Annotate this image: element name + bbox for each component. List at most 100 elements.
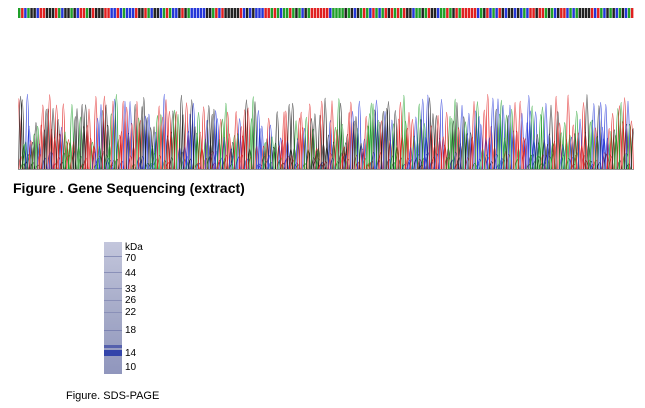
base-call-mark — [461, 8, 464, 18]
gel-marker-18: 18 — [125, 325, 137, 336]
gel-marker-band — [104, 288, 122, 289]
base-call-mark — [627, 8, 631, 18]
base-call-mark — [264, 8, 267, 18]
gel-marker-14: 14 — [125, 348, 137, 359]
base-call-mark — [581, 8, 585, 18]
base-call-mark — [110, 8, 113, 18]
base-call-mark — [353, 8, 357, 18]
base-call-mark — [523, 8, 526, 18]
base-call-mark — [54, 8, 58, 18]
base-call-mark — [125, 8, 129, 18]
base-call-mark — [630, 8, 634, 18]
base-call-mark — [473, 8, 477, 18]
base-call-mark — [326, 8, 329, 18]
base-call-mark — [550, 8, 554, 18]
base-call-mark — [319, 8, 323, 18]
base-call-mark — [208, 8, 212, 18]
base-call-mark — [356, 8, 360, 18]
base-call-mark — [58, 8, 61, 18]
base-call-mark — [480, 8, 483, 18]
base-call-mark — [301, 8, 304, 18]
base-call-mark — [295, 8, 298, 18]
gel-marker-26: 26 — [125, 295, 137, 306]
base-call-mark — [560, 8, 563, 18]
base-call-mark — [221, 8, 224, 18]
base-call-mark — [316, 8, 320, 18]
base-call-mark — [270, 8, 274, 18]
base-call-mark — [538, 8, 541, 18]
base-call-mark — [510, 8, 514, 18]
base-call-mark — [159, 8, 163, 18]
gel-marker-44: 44 — [125, 268, 137, 279]
base-call-mark — [187, 8, 190, 18]
base-call-mark — [91, 8, 95, 18]
base-call-mark — [547, 8, 551, 18]
base-call-mark — [199, 8, 203, 18]
base-call-mark — [449, 8, 452, 18]
gel-marker-band — [104, 256, 122, 257]
base-call-mark — [138, 8, 141, 18]
base-call-mark — [236, 8, 240, 18]
base-call-mark — [61, 8, 64, 18]
base-call-mark — [298, 8, 301, 18]
base-call-mark — [18, 8, 21, 18]
base-call-mark — [190, 8, 193, 18]
base-call-mark — [612, 8, 615, 18]
base-call-mark — [33, 8, 36, 18]
base-call-mark — [64, 8, 67, 18]
base-call-mark — [430, 8, 434, 18]
base-call-mark — [618, 8, 622, 18]
base-call-mark — [215, 8, 218, 18]
base-call-mark — [369, 8, 372, 18]
base-call-mark — [36, 8, 39, 18]
base-call-mark — [507, 8, 511, 18]
base-call-mark — [307, 8, 310, 18]
base-call-mark — [245, 8, 249, 18]
base-call-mark — [338, 8, 341, 18]
base-call-mark — [218, 8, 221, 18]
sequence-base-strip — [18, 8, 634, 18]
base-call-mark — [172, 8, 175, 18]
base-call-mark — [529, 8, 532, 18]
base-call-mark — [24, 8, 27, 18]
base-call-mark — [399, 8, 403, 18]
base-call-mark — [51, 8, 55, 18]
sds-page-gel-lane — [104, 242, 122, 374]
gel-marker-33: 33 — [125, 284, 137, 295]
base-call-mark — [621, 8, 625, 18]
base-call-mark — [359, 8, 363, 18]
base-call-mark — [498, 8, 501, 18]
base-call-mark — [255, 8, 258, 18]
base-call-mark — [406, 8, 409, 18]
base-call-mark — [526, 8, 529, 18]
base-call-mark — [95, 8, 98, 18]
base-call-mark — [45, 8, 49, 18]
base-call-mark — [470, 8, 474, 18]
base-call-mark — [439, 8, 443, 18]
base-call-mark — [436, 8, 440, 18]
base-call-mark — [403, 8, 406, 18]
base-call-mark — [375, 8, 378, 18]
base-call-mark — [483, 8, 486, 18]
base-call-mark — [289, 8, 292, 18]
sequencing-chromatogram — [18, 94, 634, 170]
base-call-mark — [141, 8, 144, 18]
base-call-mark — [178, 8, 181, 18]
base-call-mark — [230, 8, 233, 18]
base-call-mark — [393, 8, 397, 18]
base-call-mark — [153, 8, 156, 18]
sequencing-figure-caption: Figure . Gene Sequencing (extract) — [13, 180, 245, 196]
base-call-mark — [184, 8, 187, 18]
base-call-mark — [104, 8, 107, 18]
base-call-mark — [458, 8, 461, 18]
base-call-mark — [532, 8, 535, 18]
base-call-mark — [350, 8, 354, 18]
base-call-mark — [147, 8, 150, 18]
base-call-mark — [131, 8, 135, 18]
base-call-mark — [135, 8, 138, 18]
gel-marker-band — [104, 300, 122, 301]
base-call-mark — [572, 8, 575, 18]
base-call-mark — [563, 8, 566, 18]
base-call-mark — [520, 8, 523, 18]
base-call-mark — [421, 8, 424, 18]
